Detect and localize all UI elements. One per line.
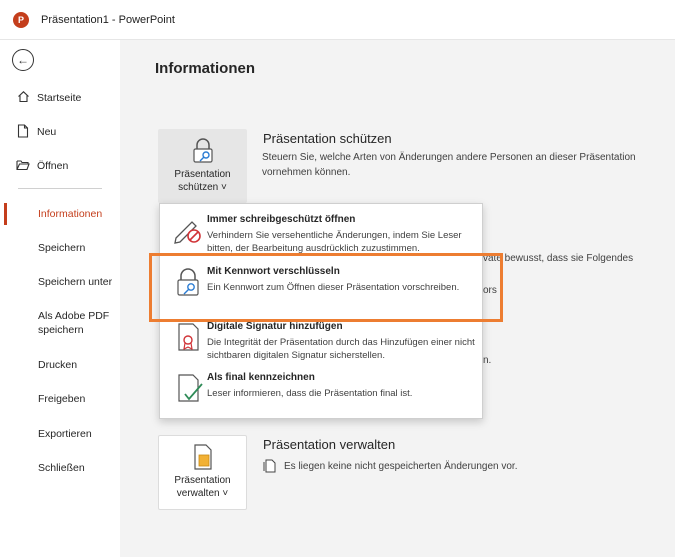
menu-item-mark-final[interactable]: Als final kennzeichnen Leser informieren… xyxy=(160,368,482,420)
protect-dropdown-menu: Immer schreibgeschützt öffnen Verhindern… xyxy=(159,203,483,419)
manage-status: Es liegen keine nicht gespeicherten Ände… xyxy=(263,459,518,473)
hidden-info-text: vate bewusst, dass sie Folgendes xyxy=(483,253,634,264)
lock-key-icon xyxy=(192,138,213,163)
final-check-icon xyxy=(178,374,203,402)
nav-item-oeffnen[interactable]: Öffnen xyxy=(0,153,120,179)
protect-presentation-button[interactable]: Präsentation schützen ˅ xyxy=(158,129,247,203)
menu-item-description: Leser informieren, dass die Präsentation… xyxy=(207,388,413,399)
lock-key-icon xyxy=(177,268,199,296)
manage-tile-label: Präsentation verwalten ˅ xyxy=(174,475,231,499)
manage-document-icon xyxy=(193,444,212,470)
menu-item-read-only[interactable]: Immer schreibgeschützt öffnen Verhindern… xyxy=(160,210,482,262)
manage-status-text: Es liegen keine nicht gespeicherten Ände… xyxy=(284,460,518,472)
nav-item-adobe-pdf[interactable]: Als Adobe PDF speichern xyxy=(0,309,120,343)
nav-label: Informationen xyxy=(38,208,103,220)
nav-item-startseite[interactable]: Startseite xyxy=(0,85,120,111)
nav-label: Speichern unter xyxy=(38,276,113,288)
nav-label: Schließen xyxy=(38,462,85,474)
nav-item-freigeben[interactable]: Freigeben xyxy=(0,386,120,412)
document-icon xyxy=(263,459,276,473)
nav-item-neu[interactable]: Neu xyxy=(0,119,120,145)
new-document-icon xyxy=(15,123,31,141)
menu-item-encrypt-password[interactable]: Mit Kennwort verschlüsseln Ein Kennwort … xyxy=(160,262,482,314)
nav-item-speichern-unter[interactable]: Speichern unter xyxy=(0,269,120,295)
window-title: Präsentation1 - PowerPoint xyxy=(41,13,175,26)
backstage-nav: ← Startseite Neu Öffnen Informationen Sp… xyxy=(0,40,120,557)
manage-presentation-button[interactable]: Präsentation verwalten ˅ xyxy=(158,435,247,510)
nav-divider xyxy=(18,188,102,189)
nav-label: Drucken xyxy=(38,359,78,371)
manage-heading: Präsentation verwalten xyxy=(263,437,396,452)
nav-item-drucken[interactable]: Drucken xyxy=(0,352,120,378)
menu-item-title: Mit Kennwort verschlüsseln xyxy=(207,266,340,277)
nav-item-schliessen[interactable]: Schließen xyxy=(0,455,120,481)
protect-tile-label: Präsentation schützen ˅ xyxy=(174,169,231,193)
menu-item-description: Die Integrität der Präsentation durch da… xyxy=(207,337,475,361)
menu-item-title: Immer schreibgeschützt öffnen xyxy=(207,214,356,225)
powerpoint-logo-icon: P xyxy=(13,11,29,28)
home-icon xyxy=(15,90,31,106)
nav-item-informationen[interactable]: Informationen xyxy=(0,201,120,227)
pencil-no-edit-icon xyxy=(174,221,201,244)
menu-item-description: Ein Kennwort zum Öffnen dieser Präsentat… xyxy=(207,282,460,293)
menu-item-title: Digitale Signatur hinzufügen xyxy=(207,321,343,332)
menu-item-digital-signature[interactable]: Digitale Signatur hinzufügen Die Integri… xyxy=(160,317,482,369)
nav-label: Speichern xyxy=(38,242,86,254)
nav-label: Als Adobe PDF speichern xyxy=(38,310,110,336)
hidden-info-text: n. xyxy=(483,355,492,366)
menu-item-title: Als final kennzeichnen xyxy=(207,372,315,383)
protect-heading: Präsentation schützen xyxy=(263,131,392,146)
nav-label: Freigeben xyxy=(38,393,86,405)
nav-label: Exportieren xyxy=(38,428,92,440)
nav-item-speichern[interactable]: Speichern xyxy=(0,235,120,261)
nav-label: Öffnen xyxy=(37,160,69,172)
nav-item-exportieren[interactable]: Exportieren xyxy=(0,421,120,447)
signature-ribbon-icon xyxy=(178,323,199,351)
title-bar: P Präsentation1 - PowerPoint xyxy=(0,0,675,40)
back-arrow-icon[interactable]: ← xyxy=(12,49,34,71)
page-title: Informationen xyxy=(155,60,255,77)
nav-label: Neu xyxy=(37,126,57,138)
folder-open-icon xyxy=(15,159,31,174)
nav-label: Startseite xyxy=(37,92,82,104)
protect-description: Steuern Sie, welche Arten von Änderungen… xyxy=(262,152,636,178)
menu-item-description: Verhindern Sie versehentliche Änderungen… xyxy=(207,230,462,254)
hidden-info-text: ors xyxy=(483,285,497,296)
